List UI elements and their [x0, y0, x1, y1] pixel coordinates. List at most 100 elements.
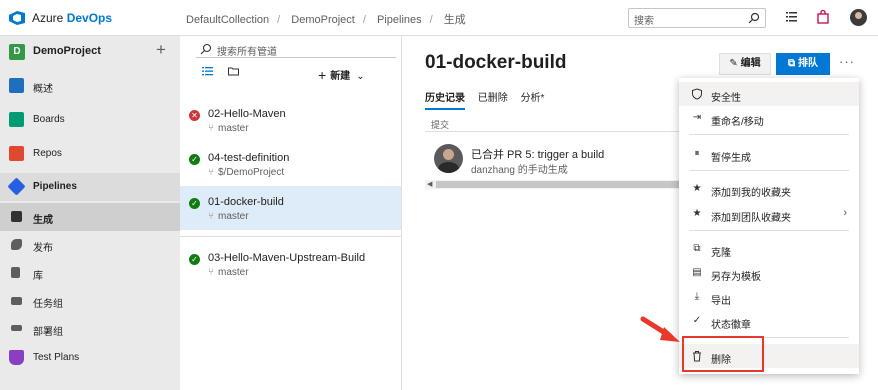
menu-item-status-badge[interactable]: ✓ 状态徽章 [679, 309, 859, 333]
builds-icon [11, 211, 22, 222]
rename-icon: ⇥ [692, 112, 702, 123]
nav-item-deployment-groups[interactable]: 部署组 [0, 315, 180, 343]
nav-label: 部署组 [33, 327, 63, 338]
menu-item-pause[interactable]: ⏸ 暂停生成 [679, 142, 859, 166]
scrollbar-thumb[interactable] [436, 181, 687, 188]
run-subtitle: danzhang 的手动生成 [471, 165, 568, 176]
badge-check-icon: ✓ [692, 315, 702, 326]
edit-button[interactable]: ✎ 编辑 [719, 53, 771, 75]
more-actions-menu: 安全性 ⇥ 重命名/移动 ⏸ 暂停生成 ★ 添加到我的收藏夹 ★ 添加到团队收藏… [679, 78, 859, 374]
menu-item-add-team-favorites[interactable]: ★ 添加到团队收藏夹 › [679, 202, 859, 226]
shopping-bag-icon[interactable] [817, 10, 829, 24]
menu-item-security[interactable]: 安全性 [679, 82, 859, 106]
pipeline-row-selected[interactable]: ✓ 01-docker-build ⑂ master [180, 186, 401, 230]
pipeline-branch: ⑂ $/DemoProject [208, 167, 285, 178]
nav-label: 生成 [33, 215, 53, 226]
pipeline-name: 01-docker-build [208, 196, 284, 208]
branch-icon: ⑂ [208, 123, 214, 134]
queue-button[interactable]: ⧉ 排队 [776, 53, 830, 75]
search-icon [748, 12, 760, 24]
scroll-left-icon[interactable]: ◀ [427, 180, 432, 188]
nav-item-pipelines[interactable]: Pipelines [0, 173, 180, 201]
folder-view-icon[interactable] [228, 66, 239, 76]
task-groups-icon [11, 297, 22, 305]
overview-icon [9, 78, 24, 93]
menu-item-export[interactable]: ⤓ 导出 [679, 285, 859, 309]
tab-analytics[interactable]: 分析* [521, 89, 545, 108]
queue-icon: ⧉ [788, 58, 798, 69]
chevron-down-icon: ⌄ [356, 71, 365, 82]
menu-item-add-favorites[interactable]: ★ 添加到我的收藏夹 [679, 177, 859, 201]
add-icon[interactable]: + [156, 40, 166, 60]
boards-icon [9, 112, 24, 127]
pipeline-name: 02-Hello-Maven [208, 108, 286, 120]
success-status-icon: ✓ [189, 198, 200, 209]
list-divider [180, 236, 401, 237]
pipeline-row[interactable]: ✓ 03-Hello-Maven-Upstream-Build ⑂ master [180, 242, 401, 286]
red-arrow-icon [640, 316, 680, 342]
nav-item-overview[interactable]: 概述 [0, 72, 180, 100]
menu-item-clone[interactable]: ⧉ 克隆 [679, 237, 859, 261]
nav-label: Test Plans [33, 352, 80, 363]
pipeline-definitions-panel: 搜索所有管道 + 新建 ⌄ ✕ 02-Hello-Maven ⑂ master ✓ 0… [180, 36, 402, 390]
column-header-commit: 提交 [431, 120, 450, 130]
user-avatar[interactable] [850, 9, 867, 26]
nav-label: 发布 [33, 243, 53, 254]
nav-item-library[interactable]: 库 [0, 259, 180, 287]
horizontal-scrollbar[interactable]: ◀ [425, 180, 687, 189]
run-title[interactable]: 已合并 PR 5: trigger a build [471, 146, 604, 162]
success-status-icon: ✓ [189, 154, 200, 165]
breadcrumb-project[interactable]: DemoProject [291, 14, 355, 26]
tab-history[interactable]: 历史记录 [425, 89, 465, 110]
menu-separator [689, 170, 849, 171]
global-search-input[interactable]: 搜索 [628, 8, 766, 28]
tab-deleted[interactable]: 已删除 [478, 89, 508, 108]
star-icon: ★ [692, 183, 702, 194]
pencil-icon: ✎ [729, 58, 741, 69]
nav-label: 任务组 [33, 299, 63, 310]
pipeline-row[interactable]: ✓ 04-test-definition ⑂ $/DemoProject [180, 142, 401, 186]
project-name: DemoProject [33, 45, 101, 57]
search-icon [200, 43, 212, 55]
project-header[interactable]: D DemoProject + [0, 36, 180, 66]
nav-item-task-groups[interactable]: 任务组 [0, 287, 180, 315]
nav-item-builds[interactable]: 生成 [0, 203, 180, 231]
pipeline-row[interactable]: ✕ 02-Hello-Maven ⑂ master [180, 98, 401, 142]
nav-item-releases[interactable]: 发布 [0, 231, 180, 259]
list-view-icon[interactable] [202, 66, 213, 76]
top-bar: Azure DevOps DefaultCollection / DemoProj… [0, 0, 878, 36]
nav-item-repos[interactable]: Repos [0, 140, 180, 168]
deployment-groups-icon [11, 325, 22, 331]
menu-item-save-template[interactable]: ▤ 另存为模板 [679, 261, 859, 285]
project-initial-badge: D [9, 44, 25, 60]
brand-name[interactable]: Azure DevOps [32, 11, 112, 25]
search-placeholder: 搜索 [634, 16, 654, 27]
branch-icon: ⑂ [208, 267, 214, 278]
branch-icon: ⑂ [208, 211, 214, 222]
new-pipeline-button[interactable]: + 新建 ⌄ [318, 66, 365, 83]
nav-item-boards[interactable]: Boards [0, 106, 180, 134]
chevron-right-icon: › [843, 207, 847, 219]
star-icon: ★ [692, 208, 702, 219]
nav-label: Pipelines [33, 181, 77, 192]
failed-status-icon: ✕ [189, 110, 200, 121]
more-actions-button[interactable]: ··· [839, 54, 855, 69]
pipeline-search-input[interactable]: 搜索所有管道 [196, 40, 396, 58]
repos-icon [9, 146, 24, 161]
library-icon [11, 267, 20, 278]
menu-item-rename[interactable]: ⇥ 重命名/移动 [679, 106, 859, 130]
left-navigation: D DemoProject + 概述 Boards Repos Pipeline… [0, 36, 180, 390]
nav-item-test-plans[interactable]: Test Plans [0, 344, 180, 372]
detail-tabs: 历史记录 已删除 分析* [425, 89, 554, 110]
breadcrumb-pipelines[interactable]: Pipelines [377, 14, 422, 26]
pipelines-icon [7, 177, 26, 196]
breadcrumb-collection[interactable]: DefaultCollection [186, 14, 269, 26]
breadcrumb-builds[interactable]: 生成 [444, 14, 466, 26]
success-status-icon: ✓ [189, 254, 200, 265]
branch-icon: ⑂ [208, 167, 214, 178]
pause-icon: ⏸ [694, 148, 700, 159]
azure-devops-logo-icon[interactable] [8, 10, 26, 26]
list-icon[interactable] [785, 10, 798, 23]
nav-label: 概述 [33, 84, 53, 95]
run-author-avatar [434, 144, 463, 173]
